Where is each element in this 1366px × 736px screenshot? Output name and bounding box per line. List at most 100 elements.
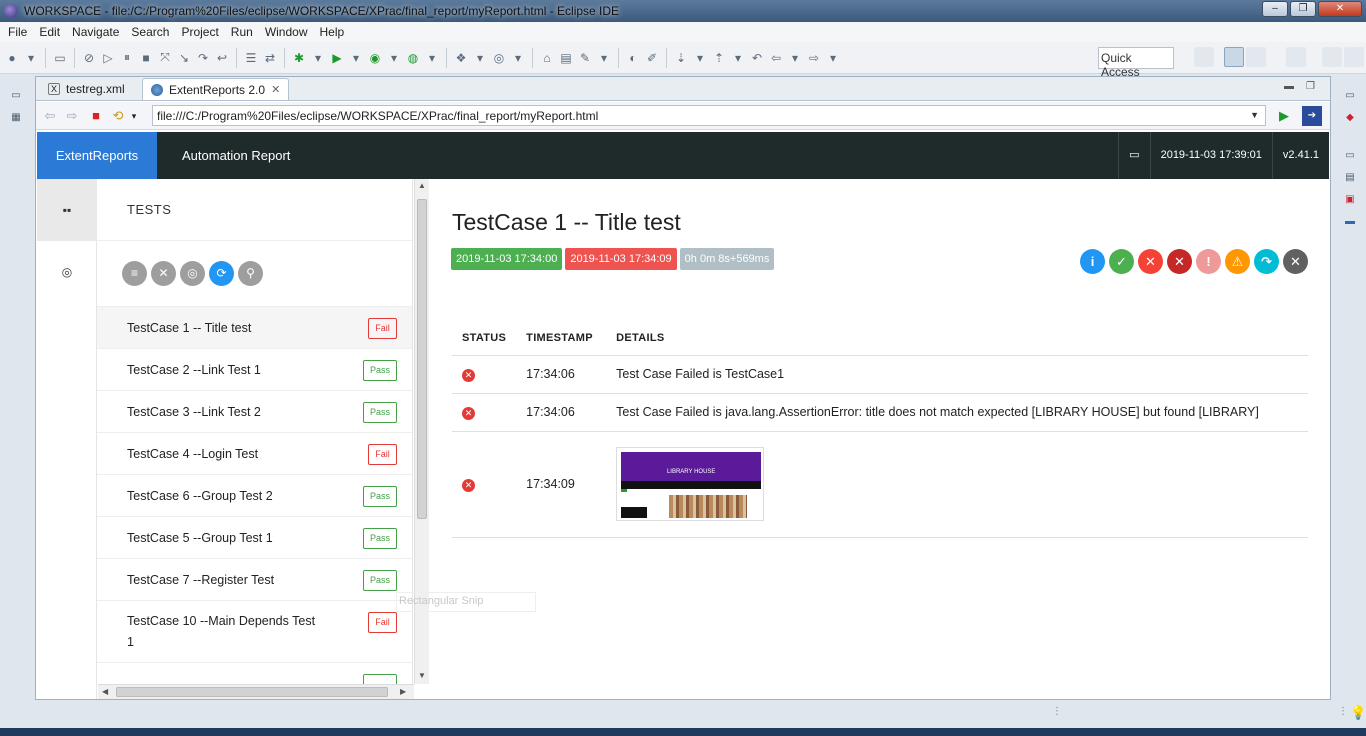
menu-window[interactable]: Window [259,25,314,39]
terminate-icon[interactable]: ■ [138,50,154,66]
chevron-down-icon[interactable]: ▾ [348,50,364,66]
step-return-icon[interactable]: ↩ [214,50,230,66]
test-item[interactable]: TestCase 6 --Group Test 2 Pass [97,475,412,517]
problems-icon[interactable]: ▣ [1344,194,1356,206]
debug-perspective-icon[interactable] [1246,47,1266,67]
outline-icon[interactable]: ◆ [1344,112,1356,124]
quick-access-input[interactable]: Quick Access [1098,47,1174,79]
chevron-down-icon[interactable]: ▾ [386,50,402,66]
error-icon[interactable]: ! [1196,249,1221,274]
close-icon[interactable]: ✕ [271,83,280,96]
test-item[interactable]: TestCase 1 -- Title test Fail [97,307,412,349]
restore-icon[interactable]: ▭ [1344,150,1356,162]
open-in-browser-icon[interactable]: ➔ [1302,106,1322,126]
restore-icon[interactable]: ▭ [10,90,22,102]
refresh-icon[interactable]: ⟲ [110,108,126,124]
step-into-icon[interactable]: ↘ [176,50,192,66]
minimize-icon[interactable]: ▬ [1284,81,1294,92]
console-icon[interactable]: ▬ [1344,216,1356,228]
search-icon[interactable]: ✎ [577,50,593,66]
info-icon[interactable]: i [1080,249,1105,274]
nav-tests-view[interactable]: ▪▪ [37,179,97,241]
new-window-icon[interactable] [1286,47,1306,67]
lightbulb-icon[interactable]: 💡 [1350,705,1366,721]
last-edit-icon[interactable]: ↶ [749,50,765,66]
menu-project[interactable]: Project [175,25,224,39]
brand-logo[interactable]: ExtentReports [37,132,157,179]
tab-extentreports[interactable]: ExtentReports 2.0 ✕ [142,78,290,100]
url-input[interactable]: file:///C:/Program%20Files/eclipse/WORKS… [152,105,1266,126]
chevron-down-icon[interactable]: ▾ [23,50,39,66]
tests-horizontal-scrollbar[interactable]: ◀ ▶ [98,684,414,699]
chevron-down-icon[interactable]: ▾ [424,50,440,66]
debug-icon[interactable]: ✱ [291,50,307,66]
go-icon[interactable]: ▶ [1276,108,1292,124]
scroll-thumb[interactable] [116,687,388,697]
scroll-up-icon[interactable]: ▲ [418,181,426,190]
back-icon[interactable]: ⇦ [768,50,784,66]
external-tools-icon[interactable]: ◍ [405,50,421,66]
screenshot-thumbnail[interactable]: LIBRARY HOUSE [616,447,765,521]
stop-icon[interactable]: ■ [88,108,104,124]
menu-help[interactable]: Help [314,25,351,39]
account-icon[interactable]: ● [4,50,20,66]
test-item[interactable]: TestCase 7 --Register Test Pass [97,559,412,601]
test-item[interactable]: TestCase 10 --Main Depends Test 1 Fail [97,601,412,663]
test-item[interactable]: TestCase 5 --Group Test 1 Pass [97,517,412,559]
menu-navigate[interactable]: Navigate [66,25,125,39]
globe-icon[interactable]: ◐ [625,50,641,66]
use-step-filters-icon[interactable]: ☰ [243,50,259,66]
maximize-icon[interactable]: ❐ [1306,81,1315,92]
chevron-down-icon[interactable]: ▾ [510,50,526,66]
clear-icon[interactable]: ✕ [151,261,176,286]
nav-dashboard-view[interactable]: ◎ [37,241,97,303]
package-explorer-icon[interactable]: ▦ [10,112,22,124]
chevron-down-icon[interactable]: ▾ [787,50,803,66]
test-item[interactable]: TestCase 2 --Link Test 1 Pass [97,349,412,391]
search-icon[interactable]: ⚲ [238,261,263,286]
open-perspective-icon[interactable] [1194,47,1214,67]
new-java-project-icon[interactable]: ❖ [453,50,469,66]
forward-icon[interactable]: ⇨ [806,50,822,66]
save-icon[interactable] [1322,47,1342,67]
scroll-thumb[interactable] [417,199,427,519]
minimize-button[interactable]: – [1262,1,1288,17]
chevron-down-icon[interactable]: ▾ [126,108,142,124]
run-icon[interactable]: ▶ [329,50,345,66]
test-item[interactable]: TestCase 3 --Link Test 2 Pass [97,391,412,433]
scroll-right-icon[interactable]: ▶ [400,687,406,696]
next-annotation-icon[interactable]: ⇣ [673,50,689,66]
chevron-down-icon[interactable]: ▾ [310,50,326,66]
close-window-button[interactable]: ✕ [1318,1,1362,17]
monitor-icon[interactable]: ▭ [1118,132,1149,179]
scroll-down-icon[interactable]: ▼ [418,671,426,680]
java-perspective-icon[interactable] [1224,47,1244,67]
step-over-icon[interactable]: ↷ [195,50,211,66]
new-console-icon[interactable]: ▭ [52,50,68,66]
clear-filter-icon[interactable]: ✕ [1283,249,1308,274]
menu-edit[interactable]: Edit [33,25,66,39]
tab-testreg[interactable]: X testreg.xml [40,78,133,100]
skip-breakpoints-icon[interactable]: ⊘ [81,50,97,66]
save-all-icon[interactable] [1344,47,1364,67]
chevron-down-icon[interactable]: ▾ [596,50,612,66]
pass-check-icon[interactable]: ✓ [1109,249,1134,274]
back-icon[interactable]: ⇦ [42,108,58,124]
open-type-icon[interactable]: ⌂ [539,50,555,66]
chevron-down-icon[interactable]: ▼ [1250,110,1259,120]
fail-icon[interactable]: ✕ [1138,249,1163,274]
menu-run[interactable]: Run [225,25,259,39]
category-icon[interactable]: ◎ [180,261,205,286]
refresh-icon[interactable]: ⟳ [209,261,234,286]
forward-icon[interactable]: ⇨ [64,108,80,124]
list-icon[interactable]: ≡ [122,261,147,286]
maximize-button[interactable]: ❐ [1290,1,1316,17]
chevron-down-icon[interactable]: ▾ [825,50,841,66]
annotation-icon[interactable]: ✐ [644,50,660,66]
open-folder-icon[interactable]: ▤ [558,50,574,66]
menu-search[interactable]: Search [125,25,175,39]
scroll-left-icon[interactable]: ◀ [102,687,108,696]
resume-icon[interactable]: ▷ [100,50,116,66]
task-list-icon[interactable]: ▤ [1344,172,1356,184]
warning-icon[interactable]: ⚠ [1225,249,1250,274]
